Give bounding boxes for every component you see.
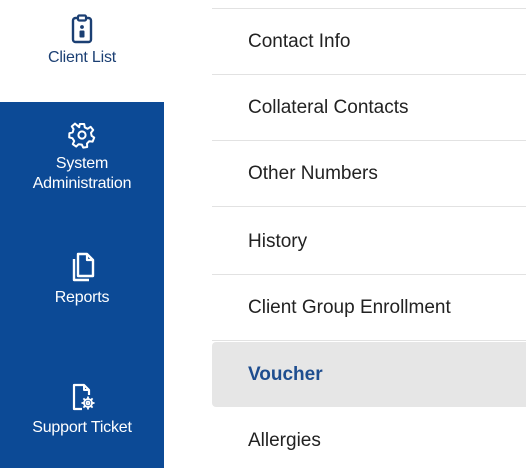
menu-item-collateral-contacts[interactable]: Collateral Contacts [212, 75, 526, 141]
menu-item-label: History [248, 230, 308, 252]
menu-item-voucher[interactable]: Voucher [212, 342, 526, 407]
clipboard-icon [71, 14, 93, 44]
nav-item-label: Reports [54, 289, 110, 306]
nav-item-client-list[interactable]: Client List [0, 14, 164, 94]
nav-item-label-line1: System [55, 155, 109, 172]
document-gear-icon [72, 383, 95, 411]
menu-item-label: Allergies [248, 430, 321, 451]
menu-item-label: Client Group Enrollment [248, 296, 451, 318]
gear-icon [68, 122, 96, 149]
menu-item-label: Other Numbers [248, 162, 378, 184]
menu-item-allergies[interactable]: Allergies [212, 408, 526, 468]
left-nav-rail: Client List System Administration Report… [0, 0, 164, 468]
nav-item-support-ticket[interactable]: Support Ticket [0, 382, 164, 468]
menu-item-contact-info[interactable]: Contact Info [212, 9, 526, 75]
menu-item-other-numbers[interactable]: Other Numbers [212, 141, 526, 207]
client-section-menu: Contact Info Collateral Contacts Other N… [212, 0, 526, 468]
menu-item-history[interactable]: History [212, 209, 526, 275]
nav-item-label-line2: Administration [32, 175, 132, 192]
nav-item-label: Client List [47, 49, 117, 66]
nav-item-reports[interactable]: Reports [0, 252, 164, 342]
documents-icon [72, 252, 95, 282]
menu-item-client-group-enrollment[interactable]: Client Group Enrollment [212, 275, 526, 341]
menu-item-label: Voucher [248, 363, 323, 385]
app-root: Client List System Administration Report… [0, 0, 526, 468]
menu-item-label: Collateral Contacts [248, 96, 409, 118]
nav-item-system-administration[interactable]: System Administration [0, 120, 164, 232]
menu-item-label: Contact Info [248, 30, 351, 52]
nav-item-label: Support Ticket [32, 419, 132, 436]
